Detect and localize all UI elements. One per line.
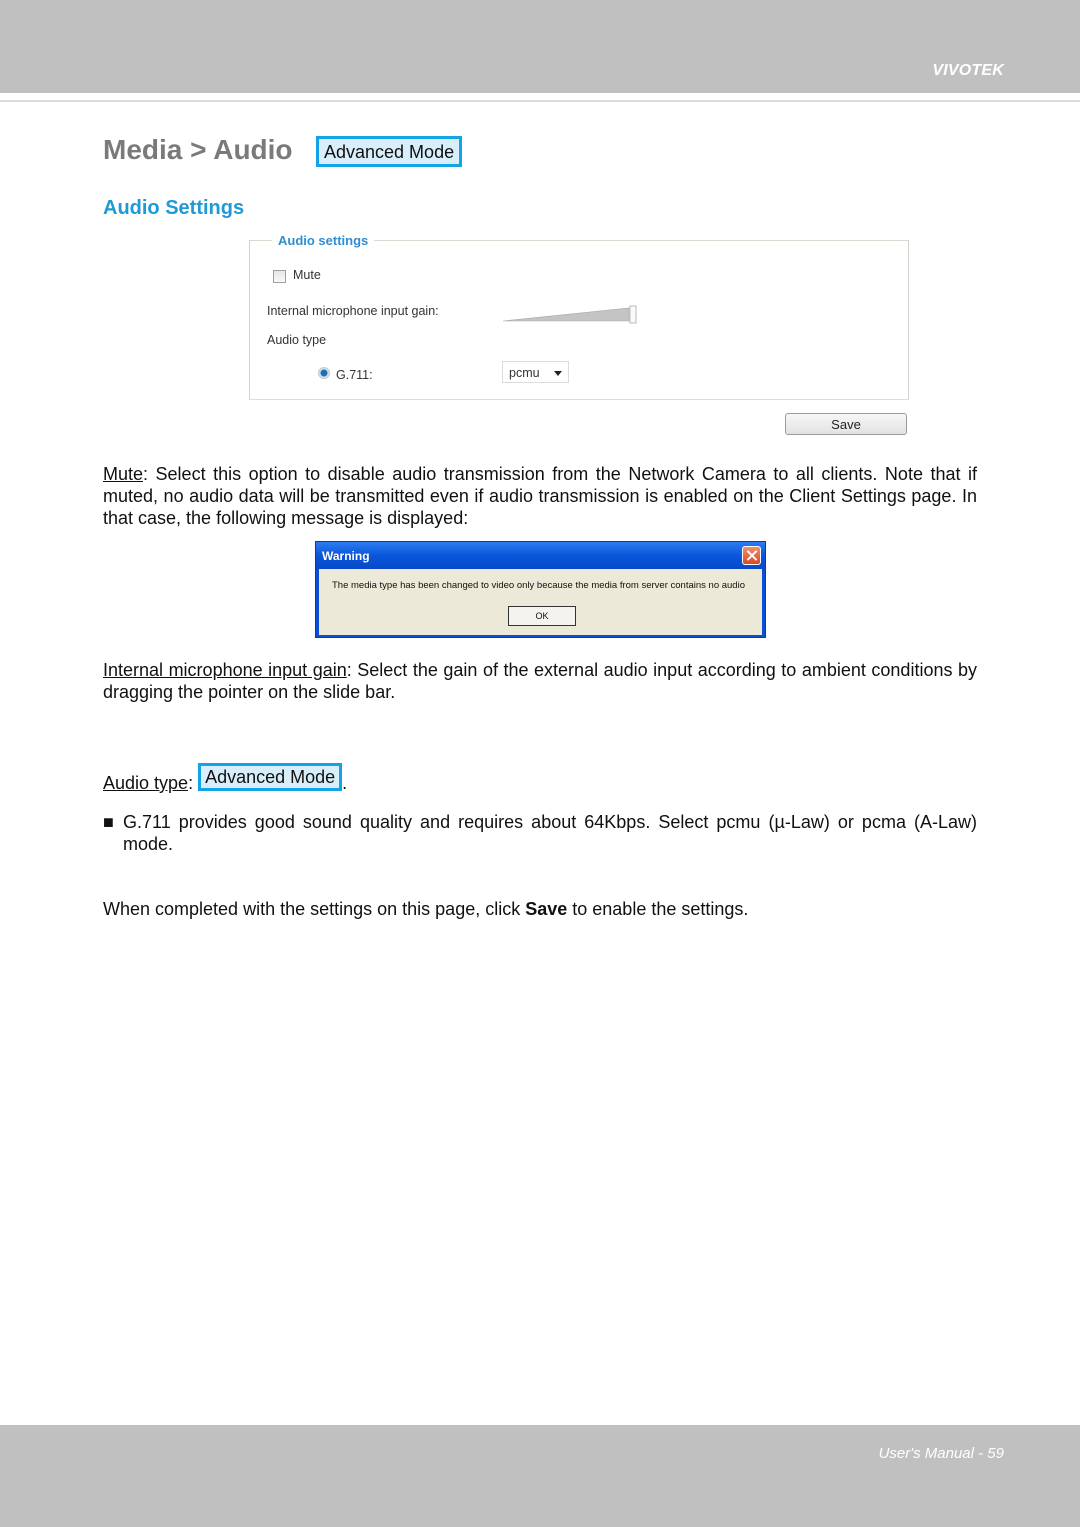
save-button[interactable]: Save (785, 413, 907, 435)
g711-bullet-item: ■ G.711 provides good sound quality and … (103, 811, 977, 855)
save-instruction: When completed with the settings on this… (103, 898, 977, 920)
brand-logo: VIVOTEK (932, 62, 1004, 79)
mute-label: Mute (293, 268, 321, 282)
dialog-title: Warning (322, 549, 370, 563)
gain-description: Internal microphone input gain: Select t… (103, 659, 977, 703)
audio-type-sep: : (188, 773, 199, 793)
dialog-message: The media type has been changed to video… (332, 580, 745, 591)
g711-text: G.711 provides good sound quality and re… (123, 812, 977, 854)
g711-radio[interactable] (318, 367, 330, 379)
chevron-down-icon (554, 371, 562, 376)
audio-type-end: . (342, 773, 348, 793)
panel-legend: Audio settings (272, 233, 375, 248)
audio-type-term: Audio type (103, 773, 189, 793)
warning-dialog: Warning The media type has been changed … (315, 541, 766, 638)
save-instr-before: When completed with the settings on this… (103, 899, 526, 919)
page-title: Media > Audio (103, 134, 293, 165)
gain-slider-track (502, 307, 630, 322)
mute-checkbox[interactable] (273, 270, 286, 283)
bullet-icon: ■ (103, 812, 114, 832)
gain-label: Internal microphone input gain: (267, 304, 439, 318)
page-footer: User's Manual - 59 (0, 1425, 1080, 1527)
audio-type-label: Audio type (267, 333, 327, 347)
save-instr-bold: Save (525, 899, 568, 919)
audio-type-description: Audio type: Advanced Mode. (103, 763, 977, 797)
codec-select[interactable]: pcmu (502, 361, 569, 383)
mute-term: Mute (103, 464, 144, 484)
gain-slider-handle[interactable] (629, 305, 637, 324)
gain-slider[interactable] (502, 304, 638, 324)
dialog-body: The media type has been changed to video… (319, 569, 762, 635)
advanced-mode-badge-inline: Advanced Mode (198, 763, 343, 791)
ok-button[interactable]: OK (508, 606, 576, 626)
gain-term: Internal microphone input gain (103, 660, 347, 680)
mute-description: Mute: Select this option to disable audi… (103, 463, 977, 529)
close-icon[interactable] (742, 546, 761, 565)
mute-text: : Select this option to disable audio tr… (103, 464, 977, 528)
codec-select-value: pcmu (509, 366, 540, 380)
save-instr-after: to enable the settings. (567, 899, 749, 919)
page-header: VIVOTEK (0, 0, 1080, 93)
section-title: Audio Settings (103, 197, 245, 219)
g711-label: G.711: (336, 368, 373, 382)
dialog-titlebar: Warning (316, 542, 765, 569)
header-divider (0, 100, 1080, 102)
advanced-mode-badge: Advanced Mode (316, 136, 463, 167)
page-number: User's Manual - 59 (878, 1445, 1004, 1462)
